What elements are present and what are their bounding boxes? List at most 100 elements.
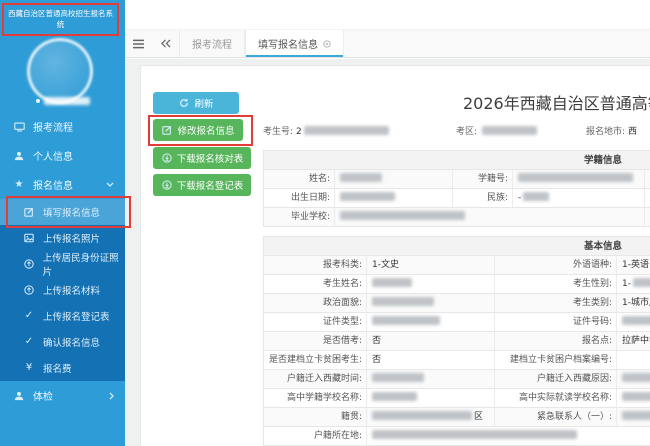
content-area: 刷新修改报名信息下载报名核对表下载报名登记表 2026年西藏自治区普通高等学校 … <box>125 59 650 446</box>
redacted-value <box>622 316 650 325</box>
meta-value: 西 <box>628 127 637 137</box>
sidebar-item[interactable]: ✓ 确认报名信息 <box>0 329 125 355</box>
meta-label: 考区: <box>456 127 477 137</box>
edit-icon <box>23 207 35 217</box>
sidebar-item[interactable]: 报考流程 <box>0 112 125 141</box>
image-icon <box>23 233 35 243</box>
sidebar-item-label: 确认报名信息 <box>43 335 100 349</box>
avatar <box>27 38 93 104</box>
collapse-tabs-icon[interactable] <box>152 30 179 57</box>
chevron-down-icon <box>106 182 114 187</box>
candidate-meta-row: 考生号:2考区:报名地市:西 <box>263 124 650 138</box>
sidebar-item[interactable]: ¥报名费 <box>0 355 125 381</box>
field-value <box>366 389 494 407</box>
field-value-text: 拉萨中学 <box>622 336 650 346</box>
field-value: 拉萨中学 <box>616 332 650 350</box>
tab-active[interactable]: 填写报名信息 <box>245 30 344 57</box>
sidebar-item[interactable]: 个人信息 <box>0 141 125 170</box>
sidebar-item-label: 上传报名照片 <box>43 231 100 245</box>
redacted-value <box>622 392 650 401</box>
field-value-text: 1-城市应届 <box>622 298 650 308</box>
field-value <box>366 313 494 331</box>
sidebar-item[interactable]: ★ 报名信息 <box>0 170 125 199</box>
sidebar-item[interactable]: 填写报名信息 <box>0 199 125 225</box>
school-roll-info-table: 学籍信息姓名:学籍号:证件号码:出生日期:民族:-籍贯:毕业学校:毕业班级: <box>263 150 650 227</box>
download-registration-form-button[interactable]: 下载报名登记表 <box>153 174 251 196</box>
field-label: 考生姓名: <box>264 275 366 293</box>
field-value: 否 <box>366 351 494 369</box>
field-label: 证件号码: <box>494 313 616 331</box>
table-row: 毕业学校:毕业班级: <box>263 208 650 227</box>
table-row: 考生姓名:考生性别:1- <box>263 275 650 294</box>
table-row: 户籍迁入西藏时间:户籍迁入西藏原因: <box>263 370 650 389</box>
redacted-value <box>482 126 537 135</box>
star-icon: ★ <box>13 180 25 190</box>
check-icon: ✓ <box>23 337 35 347</box>
sidebar-item-label: 个人信息 <box>33 148 73 163</box>
sidebar-item[interactable]: 上传居民身份证照片 <box>0 251 125 277</box>
button-label: 刷新 <box>194 96 213 110</box>
redacted-value <box>372 430 577 439</box>
table-row: 是否建档立卡贫困考生:否建档立卡贫困户档案编号: <box>263 351 650 370</box>
field-label: 毕业学校: <box>264 208 334 226</box>
monitor-icon <box>13 122 25 132</box>
close-circle-icon <box>323 40 331 48</box>
sidebar-item[interactable]: 上传报名材料 <box>0 277 125 303</box>
redacted-value <box>372 411 472 420</box>
refresh-button[interactable]: 刷新 <box>153 92 239 114</box>
field-label: 姓名: <box>264 170 334 188</box>
field-value <box>334 189 452 207</box>
field-label: 紧急联系人（一）: <box>494 408 616 426</box>
field-label: 户籍所在地: <box>264 427 366 445</box>
edit-icon <box>161 125 173 135</box>
sidebar-item-label: 上传报名登记表 <box>43 309 110 323</box>
tab-list: 报考流程填写报名信息 <box>179 30 344 57</box>
table-row: 是否借考:否报名点:拉萨中学 <box>263 332 650 351</box>
sidebar-group: 体检 <box>0 381 125 410</box>
field-label: 证件类型: <box>264 313 366 331</box>
sidebar-item-label: 报名信息 <box>33 177 73 192</box>
redacted-value <box>340 173 382 182</box>
download-icon <box>161 153 173 163</box>
redacted-value <box>518 173 633 182</box>
field-value <box>334 170 452 188</box>
redacted-value <box>372 297 434 306</box>
field-label: 籍贯: <box>644 189 650 207</box>
redacted-value <box>523 192 549 201</box>
field-value <box>366 427 650 445</box>
modify-registration-button[interactable]: 修改报名信息 <box>153 119 243 141</box>
field-value <box>616 408 650 426</box>
meta-label: 报名地市: <box>586 127 625 137</box>
redacted-value <box>372 278 412 287</box>
sidebar-item[interactable]: ✓上传报名登记表 <box>0 303 125 329</box>
field-label: 外语语种: <box>494 256 616 274</box>
hamburger-menu-icon[interactable] <box>125 30 152 57</box>
tab-inactive[interactable]: 报考流程 <box>179 30 245 57</box>
user-name-row <box>0 96 125 106</box>
redacted-value <box>304 126 389 135</box>
sidebar-item-label: 报名费 <box>43 361 72 375</box>
download-checklist-button[interactable]: 下载报名核对表 <box>153 147 251 169</box>
field-value-text: 否 <box>372 355 381 365</box>
upload-icon <box>23 285 35 295</box>
field-value <box>366 370 494 388</box>
app-root: 西藏自治区普通高校招生报名系统 报考流程个人信息★报名信息填写报名信息上传报名照… <box>0 0 650 446</box>
sidebar-item[interactable]: 上传报名照片 <box>0 225 125 251</box>
field-value <box>512 170 644 188</box>
table-row: 出生日期:民族:-籍贯: <box>263 189 650 208</box>
field-value-text: 1- <box>622 279 631 289</box>
sidebar-item[interactable]: 体检 <box>0 381 125 410</box>
field-label: 高中学籍学校名称: <box>264 389 366 407</box>
redacted-value <box>372 392 417 401</box>
redacted-value <box>340 192 395 201</box>
field-value <box>616 389 650 407</box>
annotation-box-title: 西藏自治区普通高校招生报名系统 <box>2 3 119 36</box>
redacted-value <box>622 411 650 420</box>
field-label: 户籍迁入西藏原因: <box>494 370 616 388</box>
sidebar-submenu: 填写报名信息上传报名照片上传居民身份证照片上传报名材料✓上传报名登记表 ✓ 确认报名… <box>0 199 125 381</box>
sidebar-item-label: 报考流程 <box>33 119 73 134</box>
table-row: 证件类型: 证件号码: <box>263 313 650 332</box>
button-label: 下载报名登记表 <box>177 178 244 192</box>
registration-document: 2026年西藏自治区普通高等学校 考生号:2考区:报名地市:西 学籍信息姓名:学… <box>263 66 650 446</box>
download-icon <box>161 180 173 190</box>
